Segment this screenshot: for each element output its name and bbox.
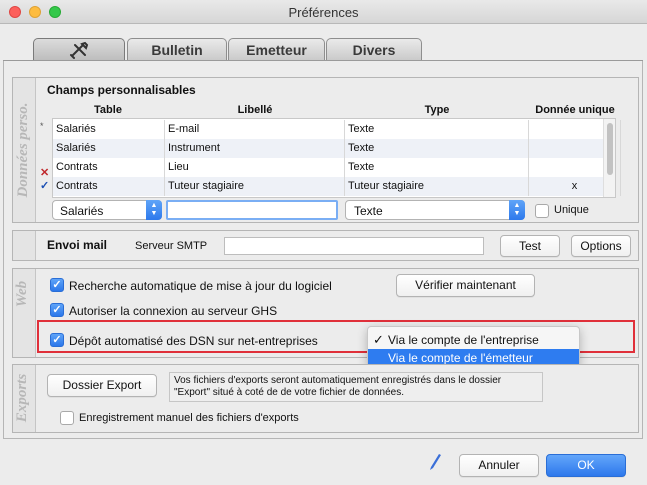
manual-export-label: Enregistrement manuel des fichiers d'exp… [79, 412, 299, 424]
test-button[interactable]: Test [500, 235, 560, 257]
ghs-label: Autoriser la connexion au serveur GHS [69, 304, 278, 318]
cancel-button[interactable]: Annuler [459, 454, 539, 477]
manual-export-checkbox[interactable] [60, 411, 74, 425]
pen-icon[interactable] [428, 453, 442, 471]
auto-update-label: Recherche automatique de mise à jour du … [69, 279, 332, 293]
options-button[interactable]: Options [571, 235, 631, 257]
custom-fields-title: Champs personnalisables [47, 83, 196, 97]
dsn-checkbox[interactable]: ✓ [50, 333, 64, 347]
libelle-input[interactable] [166, 200, 338, 220]
unique-label: Unique [554, 204, 589, 216]
type-select-value: Texte [354, 204, 383, 218]
col-header-type[interactable]: Type [345, 104, 529, 116]
tab-emetteur[interactable]: Emetteur [228, 38, 325, 61]
title-bar: Préférences [0, 0, 647, 24]
verify-now-button[interactable]: Vérifier maintenant [396, 274, 535, 297]
web-label: Web [14, 280, 30, 308]
validate-row-icon[interactable]: ✓ [40, 179, 49, 192]
col-header-libelle[interactable]: Libellé [165, 104, 345, 116]
donnees-perso-label: Données perso. [15, 102, 31, 198]
custom-fields-table[interactable]: Salariés E-mail Texte Salariés Instrumen… [52, 118, 621, 198]
tab-divers[interactable]: Divers [326, 38, 422, 61]
menu-item-entreprise-label: Via le compte de l'entreprise [388, 333, 539, 347]
smtp-input[interactable] [224, 237, 484, 255]
delete-row-icon[interactable]: ✕ [40, 166, 49, 179]
table-scrollbar[interactable] [603, 119, 615, 197]
popup-arrows-icon: ▲ ▼ [146, 200, 162, 220]
col-header-table[interactable]: Table [52, 104, 164, 116]
checkmark-icon: ✓ [373, 332, 384, 347]
cell-type: Tuteur stagiaire [345, 177, 529, 196]
mail-title: Envoi mail [47, 238, 108, 252]
table-select-value: Salariés [60, 204, 104, 218]
table-select[interactable]: Salariés ▲ ▼ [52, 200, 162, 220]
table-row[interactable]: Contrats Tuteur stagiaire Tuteur stagiai… [53, 177, 621, 196]
ok-button[interactable]: OK [546, 454, 626, 477]
type-select[interactable]: Texte ▲ ▼ [345, 200, 525, 220]
col-header-unique[interactable]: Donnée unique [529, 104, 621, 116]
menu-item-entreprise[interactable]: ✓ Via le compte de l'entreprise [368, 331, 579, 349]
scrollbar-thumb[interactable] [607, 123, 613, 175]
dsn-account-menu[interactable]: ✓ Via le compte de l'entreprise Via le c… [367, 326, 580, 368]
export-info-text: Vos fichiers d'exports seront automatiqu… [169, 372, 543, 402]
tab-tools[interactable] [33, 38, 125, 61]
cell-type: Texte [345, 139, 529, 158]
unique-checkbox[interactable] [535, 204, 549, 218]
tab-bulletin[interactable]: Bulletin [127, 38, 227, 61]
cell-type: Texte [345, 158, 529, 177]
menu-item-emetteur-label: Via le compte de l'émetteur [388, 351, 533, 365]
table-row[interactable]: Salariés E-mail Texte [53, 120, 621, 139]
popup-arrows-icon: ▲ ▼ [509, 200, 525, 220]
cell-table: Salariés [53, 139, 165, 158]
cell-libelle: Lieu [165, 158, 345, 177]
dsn-label: Dépôt automatisé des DSN sur net-entrepr… [69, 334, 318, 348]
cell-table: Salariés [53, 120, 165, 139]
current-row-marker-icon: * [40, 121, 44, 131]
tools-icon [70, 41, 89, 59]
cell-libelle: Instrument [165, 139, 345, 158]
smtp-label: Serveur SMTP [135, 240, 208, 252]
export-folder-button[interactable]: Dossier Export [47, 374, 157, 397]
cell-libelle: E-mail [165, 120, 345, 139]
mail-sidebar [13, 231, 36, 260]
window-title: Préférences [288, 5, 359, 20]
exports-label: Exports [14, 373, 30, 423]
table-row[interactable]: Salariés Instrument Texte [53, 139, 621, 158]
ghs-checkbox[interactable]: ✓ [50, 303, 64, 317]
table-row[interactable]: Contrats Lieu Texte [53, 158, 621, 177]
cell-type: Texte [345, 120, 529, 139]
cell-table: Contrats [53, 177, 165, 196]
cell-libelle: Tuteur stagiaire [165, 177, 345, 196]
auto-update-checkbox[interactable]: ✓ [50, 278, 64, 292]
cell-table: Contrats [53, 158, 165, 177]
